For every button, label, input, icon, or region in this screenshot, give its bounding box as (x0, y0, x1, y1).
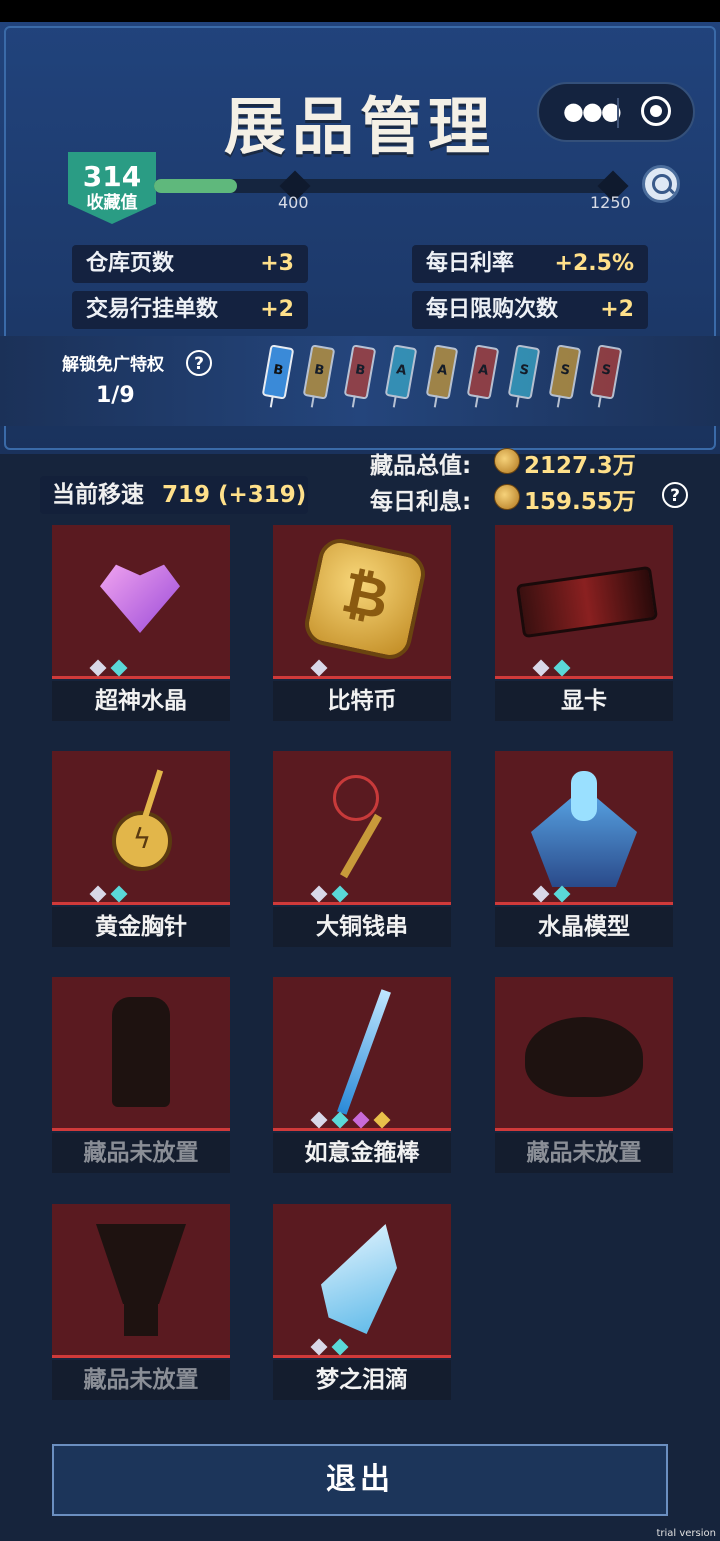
rarity-star-icon (110, 659, 128, 677)
rarity-star-icon (310, 1111, 328, 1129)
rarity-stars (89, 885, 134, 904)
unlock-help-icon[interactable]: ? (186, 350, 212, 376)
milestone-label: 400 (278, 193, 309, 212)
rarity-star-icon (331, 1338, 349, 1356)
rarity-stars (532, 659, 577, 678)
exhibit-slot[interactable]: 显卡 (495, 525, 673, 721)
rarity-stars (532, 885, 577, 904)
exhibit-name: 如意金箍棒 (273, 1133, 451, 1173)
rarity-stars (310, 885, 355, 904)
milestone-label: 1250 (590, 193, 631, 212)
exit-button[interactable]: 退出 (52, 1444, 668, 1516)
rarity-star-icon (553, 659, 571, 677)
rarity-stars (310, 659, 334, 678)
golden-brooch-icon: ϟ (52, 751, 230, 905)
unlock-count: 1/9 (96, 383, 135, 408)
exhibit-slot[interactable]: 藏品未放置 (52, 977, 230, 1173)
exhibit-name: 藏品未放置 (495, 1133, 673, 1173)
exhibit-slot[interactable]: ₿ 比特币 (273, 525, 451, 721)
crystal-heart-icon (52, 525, 230, 679)
trial-version-watermark: trial version (656, 1528, 716, 1539)
exhibit-name: 水晶模型 (495, 907, 673, 947)
move-speed-box: 当前移速 719 (+319) (40, 476, 308, 514)
stat-trade-listings: 交易行挂单数 +2 (72, 291, 308, 329)
exhibit-slot[interactable]: 藏品未放置 (52, 1204, 230, 1400)
stat-daily-rate: 每日利率 +2.5% (412, 245, 648, 283)
status-bar (0, 0, 720, 22)
exhibit-slot[interactable]: 藏品未放置 (495, 977, 673, 1173)
coin-icon (494, 448, 520, 474)
exhibit-slot[interactable]: 超神水晶 (52, 525, 230, 721)
exhibit-name: 显卡 (495, 681, 673, 721)
exhibit-name: 藏品未放置 (52, 1133, 230, 1173)
rarity-star-icon (310, 1338, 328, 1356)
rarity-star-icon (331, 1111, 349, 1129)
more-icon[interactable]: ●●● (563, 97, 622, 125)
collection-progress-fill (154, 179, 238, 193)
close-target-icon[interactable] (641, 96, 671, 126)
capsule-divider (617, 98, 619, 128)
rarity-star-icon (89, 885, 107, 903)
trophy-silhouette-icon (52, 1204, 230, 1358)
beast-silhouette-icon (495, 977, 673, 1131)
dream-teardrop-icon (273, 1204, 451, 1358)
unlock-label: 解锁免广特权 (62, 355, 164, 375)
stat-daily-purchase-limit: 每日限购次数 +2 (412, 291, 648, 329)
exhibit-name: 大铜钱串 (273, 907, 451, 947)
rarity-star-icon (310, 659, 328, 677)
exhibit-slot[interactable]: 梦之泪滴 (273, 1204, 451, 1400)
exhibit-name: 梦之泪滴 (273, 1360, 451, 1400)
bitcoin-icon: ₿ (273, 525, 451, 679)
rarity-star-icon (352, 1111, 370, 1129)
rarity-star-icon (89, 659, 107, 677)
daily-interest-value: 159.55万 (524, 489, 636, 515)
exhibit-name: 藏品未放置 (52, 1360, 230, 1400)
crystal-model-icon (495, 751, 673, 905)
rarity-star-icon (532, 659, 550, 677)
lantern-silhouette-icon (52, 977, 230, 1131)
rarity-star-icon (310, 885, 328, 903)
stat-warehouse-pages: 仓库页数 +3 (72, 245, 308, 283)
graphics-card-icon (495, 525, 673, 679)
rarity-star-icon (373, 1111, 391, 1129)
golden-staff-icon (273, 977, 451, 1131)
collection-value: 314 (82, 160, 142, 193)
rarity-star-icon (532, 885, 550, 903)
exhibit-name: 黄金胸针 (52, 907, 230, 947)
exhibit-name: 超神水晶 (52, 681, 230, 721)
search-button[interactable] (642, 165, 680, 203)
rarity-star-icon (331, 885, 349, 903)
coin-icon (494, 484, 520, 510)
mini-program-capsule: ●●● (537, 82, 695, 142)
exhibit-slot[interactable]: ϟ 黄金胸针 (52, 751, 230, 947)
exhibit-slot[interactable]: 水晶模型 (495, 751, 673, 947)
rarity-stars (310, 1338, 355, 1357)
exhibit-name: 比特币 (273, 681, 451, 721)
collection-progress-bar (154, 179, 614, 193)
exhibit-slot[interactable]: 如意金箍棒 (273, 977, 451, 1173)
summary-help-icon[interactable]: ? (662, 482, 688, 508)
exhibit-slot[interactable]: 大铜钱串 (273, 751, 451, 947)
total-value-label: 藏品总值: (370, 453, 472, 479)
coin-string-icon (273, 751, 451, 905)
rarity-star-icon (110, 885, 128, 903)
daily-interest-label: 每日利息: (370, 489, 472, 515)
rarity-stars (310, 1111, 397, 1130)
total-value: 2127.3万 (524, 453, 636, 479)
rarity-stars (89, 659, 134, 678)
rarity-star-icon (553, 885, 571, 903)
